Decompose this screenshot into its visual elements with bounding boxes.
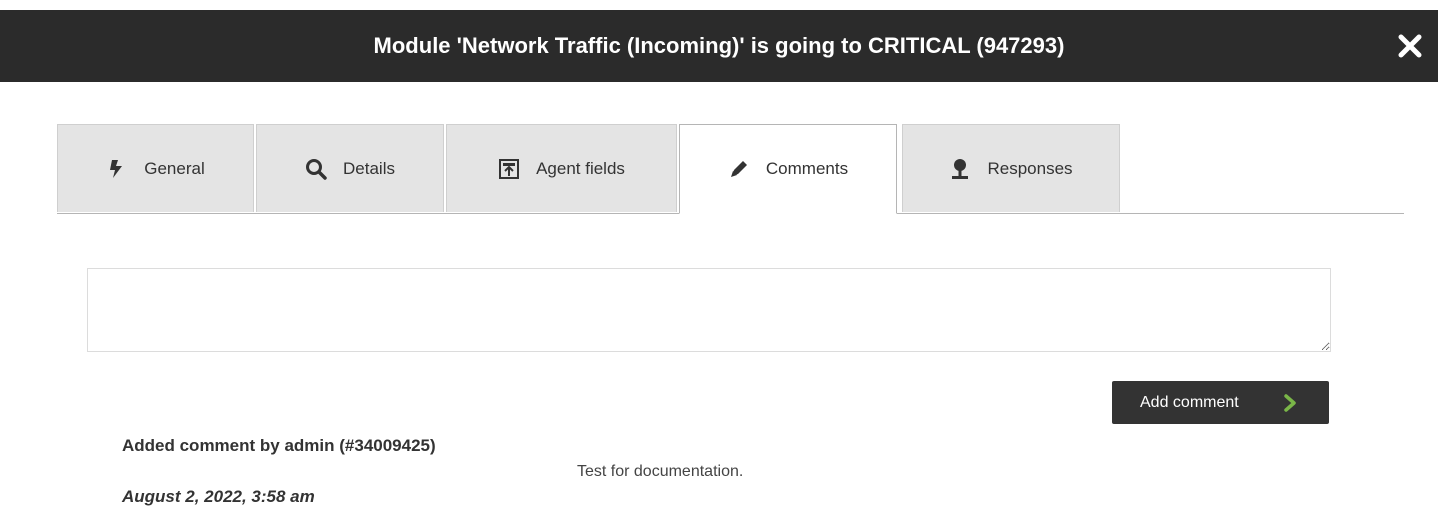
chevron-right-icon: [1282, 394, 1298, 412]
add-comment-label: Add comment: [1140, 394, 1239, 411]
tab-label: Agent fields: [536, 158, 625, 178]
comment-input[interactable]: [88, 269, 1330, 351]
tab-agent-fields[interactable]: Agent fields: [446, 124, 677, 212]
comment-author: Added comment by admin (#34009425): [122, 436, 436, 455]
pencil-icon: [728, 158, 750, 180]
tab-label: General: [144, 158, 205, 178]
tab-general[interactable]: General: [57, 124, 254, 212]
tab-bar: General Details Agent fields Comments Re…: [57, 124, 1404, 214]
close-icon[interactable]: [1396, 32, 1424, 60]
flash-icon: [106, 158, 128, 180]
dialog-title: Module 'Network Traffic (Incoming)' is g…: [373, 33, 1065, 58]
tab-label: Details: [343, 158, 395, 178]
comment-textarea-container: [87, 268, 1331, 352]
tab-comments[interactable]: Comments: [679, 124, 897, 214]
comment-text: Test for documentation.: [577, 463, 744, 480]
agent-fields-icon: [498, 158, 520, 180]
add-comment-button[interactable]: Add comment: [1112, 381, 1329, 424]
pushpin-icon: [949, 158, 971, 180]
tab-details[interactable]: Details: [256, 124, 444, 212]
tab-responses[interactable]: Responses: [902, 124, 1120, 212]
tab-label: Comments: [765, 159, 849, 178]
dialog-titlebar: Module 'Network Traffic (Incoming)' is g…: [0, 10, 1438, 82]
tab-label: Responses: [987, 158, 1073, 178]
comment-date: August 2, 2022, 3:58 am: [122, 487, 315, 506]
search-icon: [305, 158, 327, 180]
